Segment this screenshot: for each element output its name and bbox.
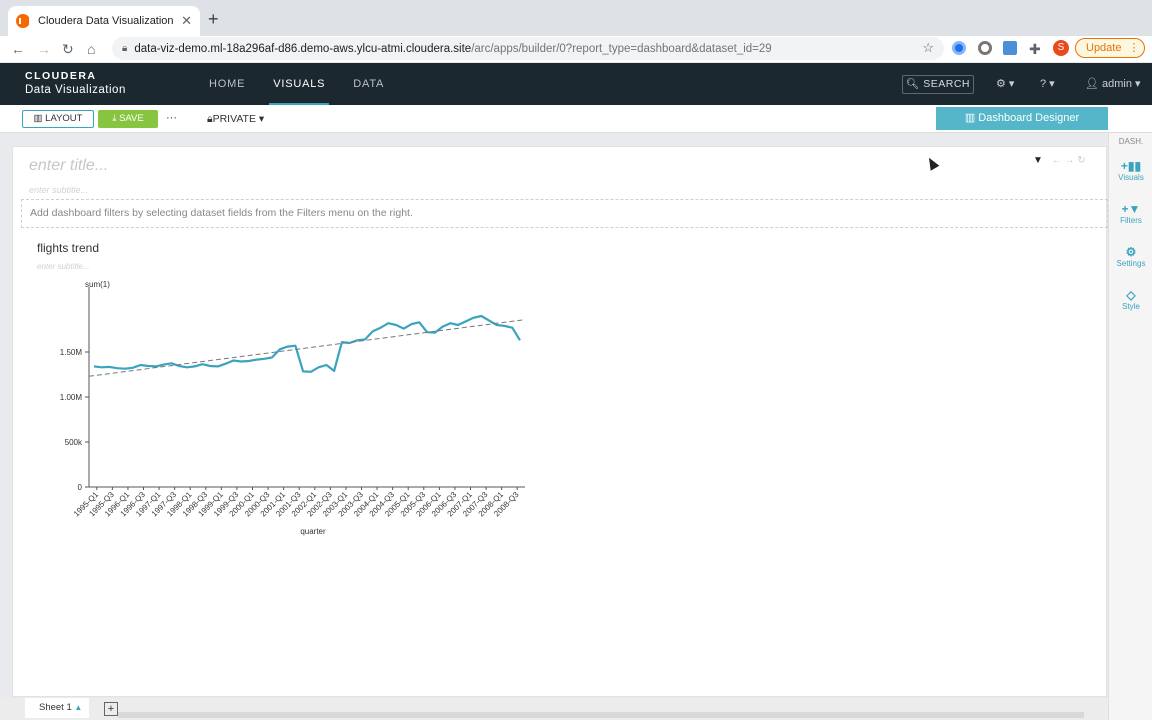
search-label: SEARCH: [923, 78, 971, 90]
layout-button[interactable]: ▥ LAYOUT: [22, 110, 94, 128]
visual-toolbar: ▼ ← → ↻: [1033, 155, 1086, 166]
cogs-icon: ⚙: [1125, 245, 1137, 259]
help-icon[interactable]: ? ▾: [1040, 77, 1055, 90]
horizontal-scrollbar[interactable]: [118, 712, 1084, 718]
right-sidebar: DASH. +▮▮ Visuals +▼ Filters ⚙ Settings ◇ St…: [1108, 133, 1152, 720]
home-icon[interactable]: ⌂: [87, 40, 95, 58]
update-button[interactable]: Update ⋮: [1075, 38, 1145, 58]
browser-tabstrip: Cloudera Data Visualization ✕ +: [0, 0, 1152, 36]
y-axis-label: sum(1): [85, 280, 110, 289]
reload-icon[interactable]: ↻: [62, 40, 74, 58]
visual-subtitle-input[interactable]: enter subtitle...: [37, 262, 89, 271]
x-axis-label: quarter: [300, 527, 326, 536]
cloudera-favicon-icon: [16, 14, 31, 28]
sidebar-header: DASH.: [1118, 137, 1144, 146]
more-options-button[interactable]: ···: [166, 112, 177, 124]
url-host: data-viz-demo.ml-18a296af-d86.demo-aws.y…: [134, 42, 472, 55]
add-filter-icon: +▼: [1121, 202, 1141, 216]
bookmark-star-icon[interactable]: ☆: [922, 40, 934, 56]
sidebar-item-settings[interactable]: ⚙ Settings: [1109, 245, 1152, 268]
y-tick-label: 0: [78, 483, 83, 492]
undo-icon[interactable]: ←: [1052, 155, 1062, 166]
main-nav: HOME VISUALS DATA: [209, 63, 412, 105]
menu-dots-icon: ⋮: [1128, 42, 1140, 54]
save-icon: ⤓: [112, 113, 117, 124]
tab-title: Cloudera Data Visualization: [38, 15, 174, 27]
y-tick-label: 1.00M: [60, 393, 83, 402]
extension-circle-icon[interactable]: [952, 41, 966, 55]
nav-visuals[interactable]: VISUALS: [269, 63, 330, 105]
redo-icon[interactable]: →: [1064, 155, 1074, 166]
nav-home[interactable]: HOME: [209, 63, 245, 105]
sidebar-item-label: Filters: [1120, 216, 1142, 225]
layout-icon: ▥: [33, 113, 43, 124]
user-name: admin: [1102, 78, 1132, 90]
sidebar-item-label: Style: [1122, 302, 1140, 311]
sidebar-item-visuals[interactable]: +▮▮ Visuals: [1109, 159, 1152, 182]
close-tab-icon[interactable]: ✕: [181, 13, 192, 29]
extension-screenshot-icon[interactable]: [1003, 41, 1017, 55]
privacy-dropdown[interactable]: 🔒︎PRIVATE ▾: [207, 113, 264, 126]
lock-icon: 🔒︎: [122, 43, 128, 54]
search-button[interactable]: 🔍︎ SEARCH: [902, 75, 974, 94]
flights-trend-chart[interactable]: sum(1)0500k1.00M1.50M1995-Q11995-Q31996-…: [43, 277, 543, 537]
visual-title[interactable]: flights trend: [37, 241, 99, 255]
filter-icon[interactable]: ▼: [1033, 155, 1043, 166]
brand-name: CLOUDERA: [25, 70, 97, 82]
address-bar[interactable]: 🔒︎ data-viz-demo.ml-18a296af-d86.demo-aw…: [112, 37, 944, 60]
diamond-icon: ◇: [1126, 288, 1136, 302]
trend-line: [88, 319, 526, 377]
save-label: SAVE: [119, 113, 144, 124]
dashboard-subtitle-input[interactable]: enter subtitle...: [29, 185, 88, 195]
update-label: Update: [1086, 42, 1122, 54]
series-line: [93, 314, 521, 373]
filter-drop-zone[interactable]: Add dashboard filters by selecting datas…: [21, 199, 1108, 228]
sheet-tab[interactable]: Sheet 1 ▲: [25, 698, 89, 718]
sidebar-item-filters[interactable]: +▼ Filters: [1109, 202, 1152, 225]
search-icon: 🔍︎: [905, 78, 920, 90]
profile-avatar[interactable]: S: [1053, 40, 1069, 56]
sidebar-item-style[interactable]: ◇ Style: [1109, 288, 1152, 311]
add-chart-icon: +▮▮: [1120, 159, 1142, 173]
browser-toolbar: ← → ↻ ⌂ 🔒︎ data-viz-demo.ml-18a296af-d86…: [0, 36, 1152, 62]
sheet-caret-icon[interactable]: ▲: [74, 703, 82, 712]
designer-label: Dashboard Designer: [978, 112, 1080, 124]
sheet-bar: Sheet 1 ▲ +: [0, 698, 1108, 720]
brand-product: Data Visualization: [25, 84, 126, 96]
grid-layout-icon: ▥: [964, 112, 976, 124]
back-icon[interactable]: ←: [11, 40, 25, 58]
layout-label: LAYOUT: [45, 113, 83, 124]
save-button[interactable]: ⤓ SAVE: [98, 110, 158, 128]
forward-icon[interactable]: →: [37, 40, 51, 58]
nav-data[interactable]: DATA: [353, 63, 384, 105]
settings-gear-icon[interactable]: ⚙ ▾: [996, 77, 1014, 90]
dashboard-title-input[interactable]: enter title...: [29, 157, 108, 175]
sidebar-item-label: Visuals: [1118, 173, 1144, 182]
y-tick-label: 500k: [65, 438, 83, 447]
sheet-tab-label: Sheet 1: [39, 702, 72, 713]
new-tab-icon[interactable]: +: [208, 10, 219, 28]
url-path: /arc/apps/builder/0?report_type=dashboar…: [471, 42, 772, 55]
dashboard-designer-button[interactable]: ▥ Dashboard Designer: [936, 107, 1108, 130]
browser-tab[interactable]: Cloudera Data Visualization ✕: [8, 6, 200, 36]
add-sheet-button[interactable]: +: [104, 702, 118, 716]
user-menu[interactable]: 👤︎ admin ▾: [1085, 77, 1141, 90]
app-header: CLOUDERA Data Visualization HOME VISUALS…: [0, 63, 1152, 105]
refresh-icon[interactable]: ↻: [1077, 155, 1085, 166]
sidebar-item-label: Settings: [1116, 259, 1146, 268]
extensions-puzzle-icon[interactable]: ✚: [1029, 40, 1041, 58]
dashboard-canvas: enter title... enter subtitle... ▼ ← → ↻…: [12, 146, 1108, 697]
brand-logo[interactable]: CLOUDERA Data Visualization: [25, 70, 126, 96]
user-icon: 👤︎: [1085, 78, 1099, 90]
privacy-label: PRIVATE: [212, 113, 256, 125]
y-tick-label: 1.50M: [60, 348, 83, 357]
extension-ring-icon[interactable]: [978, 41, 992, 55]
